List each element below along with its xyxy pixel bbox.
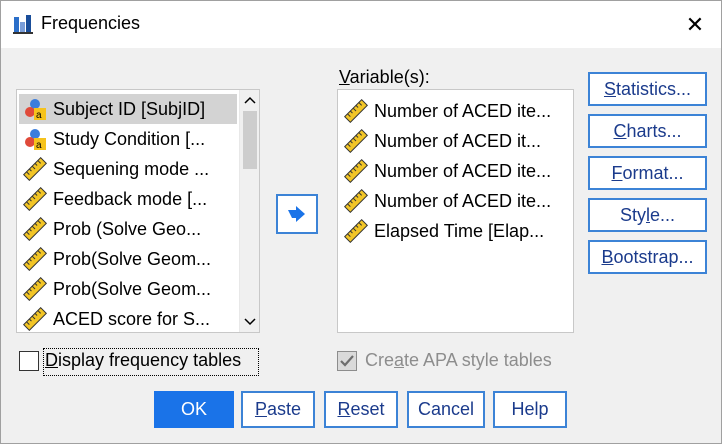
selected-variable-item[interactable]: Number of ACED it... — [340, 126, 573, 156]
scroll-up-button[interactable] — [240, 90, 259, 110]
source-variable-item[interactable]: Sequening mode ... — [19, 154, 237, 184]
source-variable-item[interactable]: Prob(Solve Geom... — [19, 274, 237, 304]
statistics-button[interactable]: Statistics... — [588, 72, 707, 106]
source-variable-item[interactable]: a Subject ID [SubjID] — [19, 94, 237, 124]
scale-ruler-icon — [23, 277, 47, 301]
title-bar: Frequencies ✕ — [1, 1, 721, 48]
variables-label: Variable(s): — [339, 67, 430, 87]
scroll-thumb[interactable] — [243, 111, 257, 169]
style-button[interactable]: Sty l e... — [588, 198, 707, 232]
variable-label: Prob(Solve Geom... — [53, 278, 212, 299]
checkmark-icon — [340, 355, 354, 367]
scale-ruler-icon — [23, 307, 47, 331]
variable-label: Sequening mode ... — [53, 158, 210, 179]
display-frequency-tables-label[interactable]: Display frequency tables — [45, 350, 241, 371]
source-variable-item[interactable]: Feedback mode [... — [19, 184, 237, 214]
scale-ruler-icon — [23, 217, 47, 241]
selected-variable-item[interactable]: Number of ACED ite... — [340, 186, 573, 216]
scale-ruler-icon — [344, 99, 368, 123]
variable-label: Study Condition [... — [53, 128, 206, 149]
variable-label: Number of ACED it... — [374, 130, 542, 151]
format-button[interactable]: Format... — [588, 156, 707, 190]
selected-variable-item[interactable]: Elapsed Time [Elap... — [340, 216, 573, 246]
scale-ruler-icon — [344, 159, 368, 183]
variable-label: ACED score for S... — [53, 308, 211, 329]
variable-label: Number of ACED ite... — [374, 100, 552, 121]
scale-ruler-icon — [344, 219, 368, 243]
source-variable-item[interactable]: Prob (Solve Geo... — [19, 214, 237, 244]
help-button[interactable]: Help — [493, 391, 567, 428]
scroll-down-button[interactable] — [240, 312, 259, 332]
variable-label: Prob (Solve Geo... — [53, 218, 202, 239]
window-title: Frequencies — [41, 13, 141, 33]
svg-text:a: a — [36, 140, 42, 151]
variable-label: Number of ACED ite... — [374, 190, 552, 211]
variable-label: Elapsed Time [Elap... — [374, 220, 545, 241]
charts-button[interactable]: Charts... — [588, 114, 707, 148]
reset-button[interactable]: Reset — [324, 391, 398, 428]
selected-variable-item[interactable]: Number of ACED ite... — [340, 96, 573, 126]
chevron-down-icon — [244, 318, 256, 326]
scale-ruler-icon — [23, 247, 47, 271]
cancel-button[interactable]: Cancel — [407, 391, 485, 428]
nominal-icon: a — [25, 99, 46, 121]
chevron-up-icon — [244, 96, 256, 104]
move-to-variables-button[interactable] — [276, 194, 318, 234]
create-apa-tables-label: Create APA style tables — [365, 350, 552, 370]
close-button[interactable]: ✕ — [673, 7, 717, 43]
ok-button[interactable]: OK — [154, 391, 234, 428]
scale-ruler-icon — [344, 129, 368, 153]
arrow-right-icon — [288, 206, 305, 222]
source-variable-list[interactable]: a Subject ID [SubjID] a Study Condition [..… — [16, 89, 260, 333]
frequencies-dialog: Frequencies ✕ a Subject ID [SubjID] a Study… — [0, 0, 722, 444]
source-variable-item[interactable]: ACED score for S... — [19, 304, 237, 332]
selected-variable-item[interactable]: Number of ACED ite... — [340, 156, 573, 186]
close-icon: ✕ — [685, 12, 705, 37]
scale-ruler-icon — [344, 189, 368, 213]
nominal-icon: a — [25, 129, 46, 151]
variable-label: Number of ACED ite... — [374, 160, 552, 181]
scale-ruler-icon — [23, 157, 47, 181]
paste-button[interactable]: Paste — [241, 391, 315, 428]
create-apa-tables-checkbox — [337, 351, 357, 371]
variable-label: Prob(Solve Geom... — [53, 248, 212, 269]
source-variable-item[interactable]: Prob(Solve Geom... — [19, 244, 237, 274]
source-variable-item[interactable]: a Study Condition [... — [19, 124, 237, 154]
svg-text:a: a — [36, 110, 42, 121]
variable-label: Subject ID [SubjID] — [53, 98, 206, 119]
scale-ruler-icon — [23, 187, 47, 211]
app-icon — [13, 15, 33, 34]
display-frequency-tables-checkbox[interactable] — [19, 351, 39, 371]
bootstrap-button[interactable]: Bootstrap... — [588, 240, 707, 274]
source-list-scrollbar[interactable] — [239, 90, 259, 332]
variable-label: Feedback mode [... — [53, 188, 208, 209]
variables-list[interactable]: Number of ACED ite... Number of ACED it..… — [337, 89, 574, 333]
